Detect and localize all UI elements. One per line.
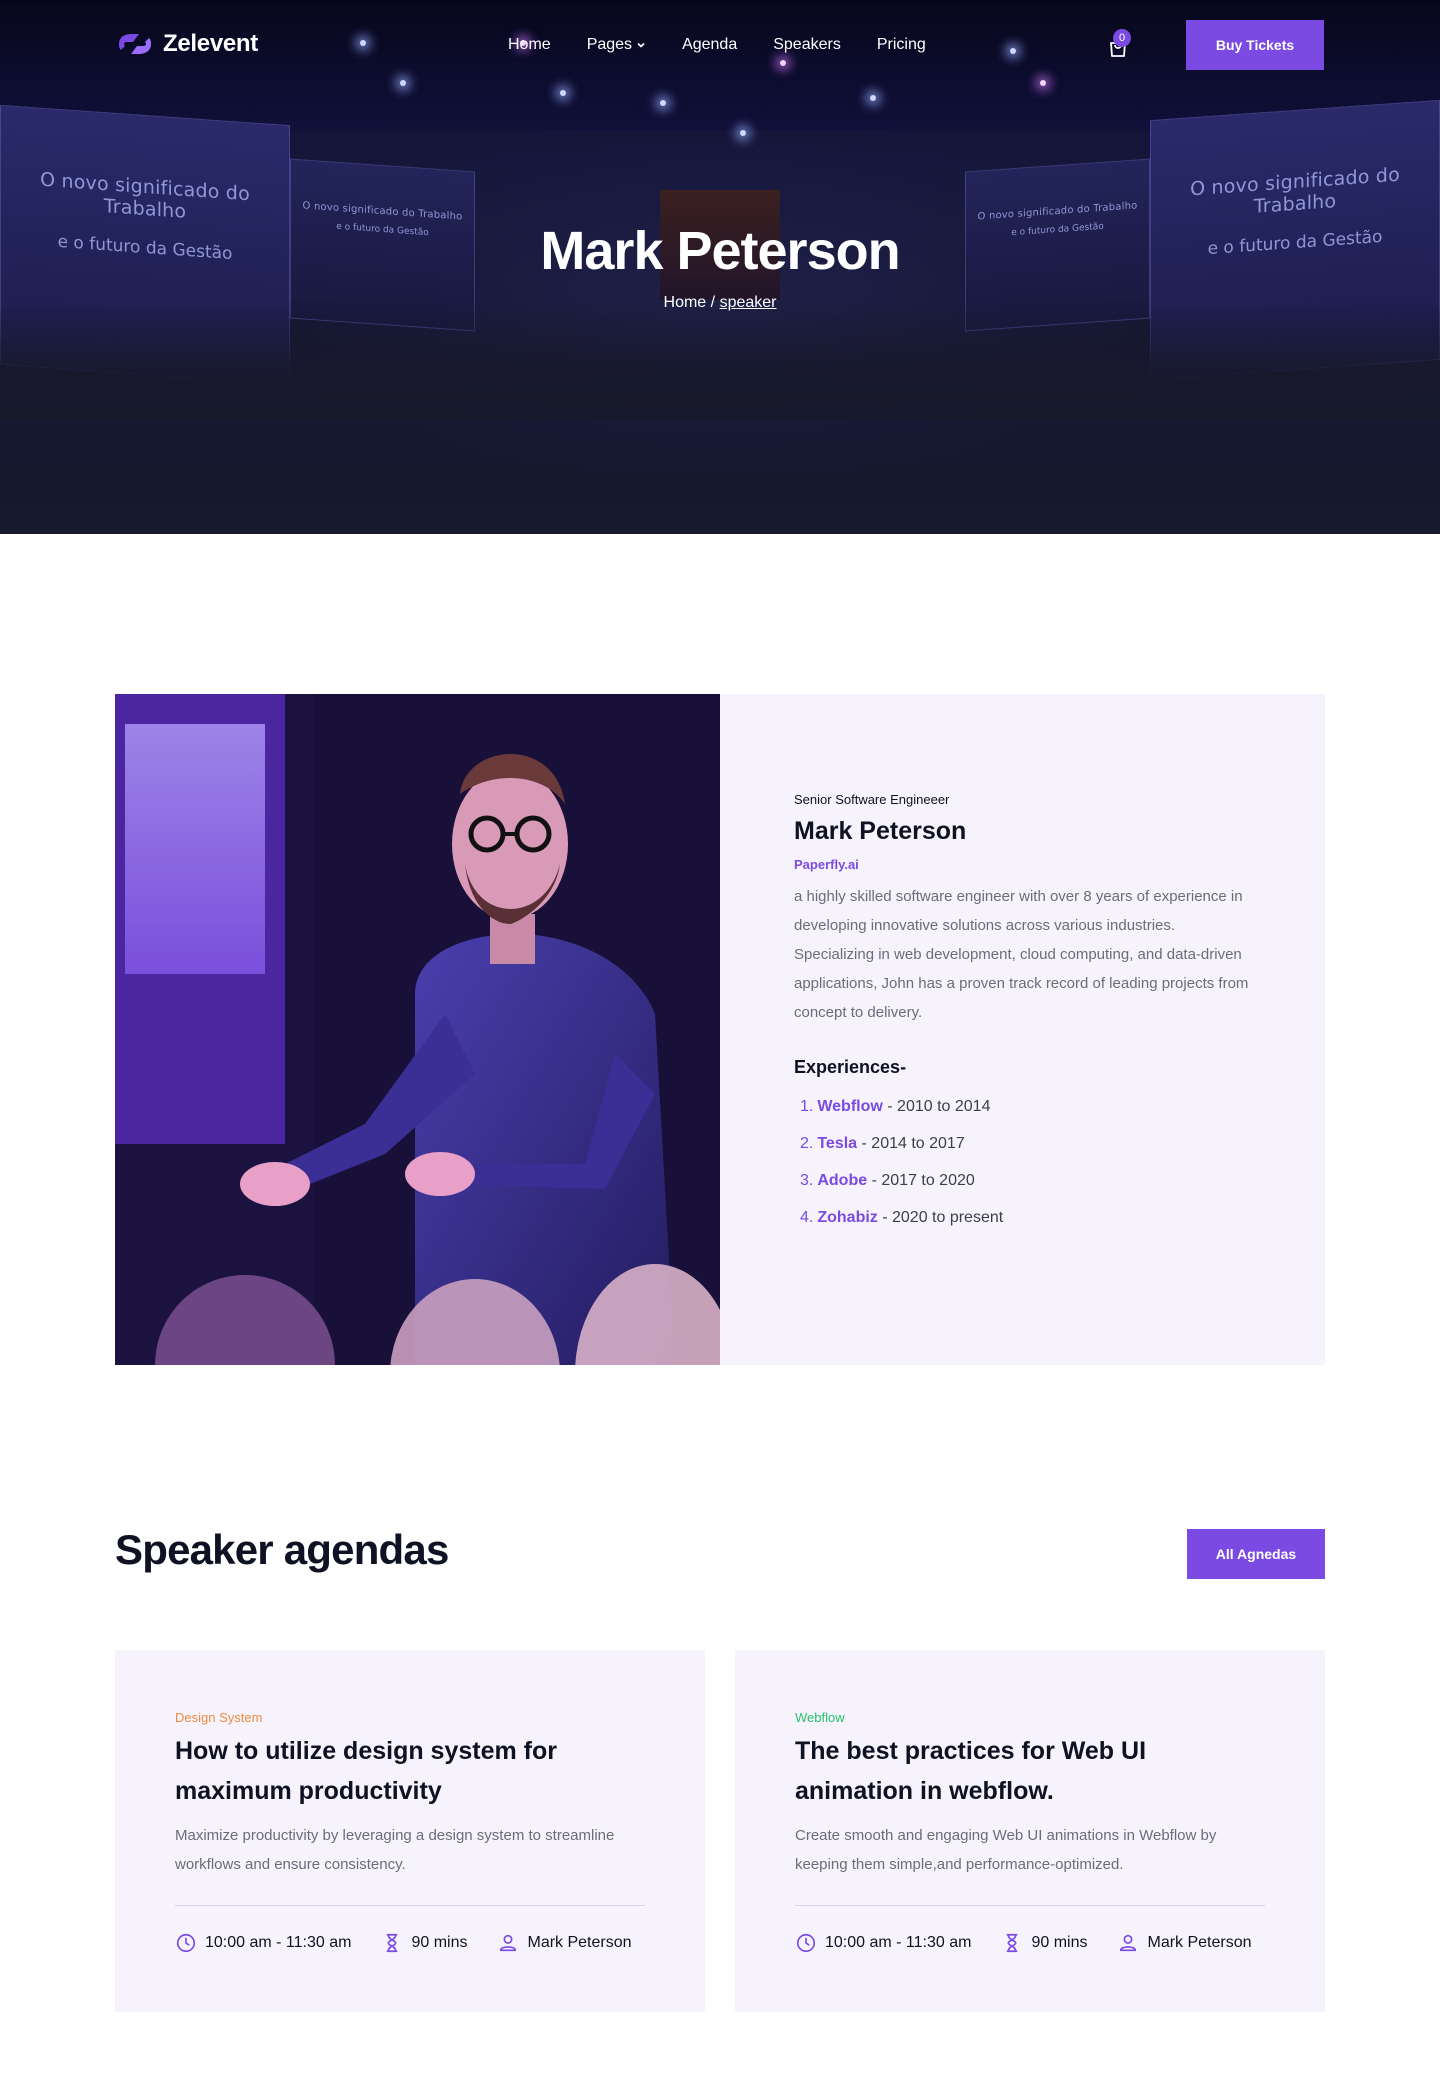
experience-number: 3. — [800, 1172, 814, 1189]
experience-number: 2. — [800, 1135, 814, 1152]
agenda-time-text: 10:00 am - 11:30 am — [205, 1934, 352, 1951]
nav-agenda[interactable]: Agenda — [682, 36, 737, 54]
breadcrumb-current[interactable]: speaker — [720, 294, 777, 311]
user-icon — [1120, 1934, 1137, 1952]
cart-count-badge: 0 — [1113, 29, 1131, 47]
all-agendas-button[interactable]: All Agnedas — [1187, 1529, 1325, 1579]
experience-company[interactable]: Zohabiz — [817, 1209, 877, 1226]
audience-crowd — [0, 300, 1440, 420]
nav-pricing[interactable]: Pricing — [877, 36, 926, 54]
experience-number: 4. — [800, 1209, 814, 1226]
agenda-title[interactable]: The best practices for Web UI animation … — [795, 1731, 1235, 1811]
experience-list: 1. Webflow - 2010 to 2014 2. Tesla - 2014 … — [794, 1088, 1251, 1236]
speaker-bio: a highly skilled software engineer with … — [794, 888, 1249, 1021]
hero-section: O novo significado do Trabalho e o futur… — [0, 0, 1440, 534]
chevron-down-icon — [637, 42, 645, 48]
clock-icon — [176, 1933, 196, 1953]
agenda-duration: 90 mins — [1001, 1932, 1087, 1954]
agenda-title[interactable]: How to utilize design system for maximum… — [175, 1731, 615, 1811]
clock-icon — [796, 1933, 816, 1953]
agendas-heading: Speaker agendas — [115, 1526, 449, 1573]
buy-tickets-button[interactable]: Buy Tickets — [1186, 20, 1324, 70]
nav-speakers[interactable]: Speakers — [773, 36, 841, 54]
agenda-meta: 10:00 am - 11:30 am 90 mins Mark Peterso… — [795, 1932, 1265, 1954]
speaker-photo-illustration — [115, 694, 720, 1365]
experience-period: - 2010 to 2014 — [882, 1098, 991, 1115]
experience-company[interactable]: Tesla — [817, 1135, 857, 1152]
user-icon — [500, 1934, 517, 1952]
experience-item: 4. Zohabiz - 2020 to present — [794, 1199, 1251, 1236]
hourglass-icon — [1007, 1933, 1018, 1953]
experience-item: 1. Webflow - 2010 to 2014 — [794, 1088, 1251, 1125]
breadcrumb-home[interactable]: Home — [664, 294, 707, 311]
card-divider — [175, 1905, 645, 1906]
stage-light — [870, 95, 876, 101]
experience-company[interactable]: Webflow — [817, 1098, 882, 1115]
agenda-duration: 90 mins — [381, 1932, 467, 1954]
experience-period: - 2014 to 2017 — [857, 1135, 965, 1152]
agenda-tag: Webflow — [795, 1710, 845, 1725]
speaker-role: Senior Software Engineeer — [794, 792, 950, 807]
brand-name: Zelevent — [163, 30, 258, 57]
speaker-info: Senior Software Engineeer Mark Peterson … — [720, 694, 1325, 1365]
agenda-duration-text: 90 mins — [411, 1934, 468, 1951]
breadcrumb-separator: / — [710, 294, 716, 311]
agenda-card[interactable]: Webflow The best practices for Web UI an… — [735, 1650, 1325, 2012]
agenda-speaker-text: Mark Peterson — [527, 1934, 632, 1951]
agenda-tag: Design System — [175, 1710, 263, 1725]
experience-period: - 2017 to 2020 — [867, 1172, 975, 1189]
agenda-time-text: 10:00 am - 11:30 am — [825, 1934, 972, 1951]
top-navigation: Zelevent Home Pages Agenda Speakers Pric… — [0, 0, 1440, 92]
hourglass-icon — [387, 1933, 398, 1953]
speaker-profile: Senior Software Engineeer Mark Peterson … — [115, 694, 1325, 1365]
agenda-speaker-text: Mark Peterson — [1147, 1934, 1252, 1951]
stage-light — [740, 130, 746, 136]
agenda-card[interactable]: Design System How to utilize design syst… — [115, 1650, 705, 2012]
experience-company[interactable]: Adobe — [817, 1172, 867, 1189]
nav-pages[interactable]: Pages — [587, 36, 646, 54]
brand-logo[interactable]: Zelevent — [115, 30, 258, 58]
nav-pages-label: Pages — [586, 36, 633, 53]
agenda-time: 10:00 am - 11:30 am — [175, 1932, 351, 1954]
agenda-description: Create smooth and engaging Web UI animat… — [795, 1827, 1217, 1873]
experience-period: - 2020 to present — [877, 1209, 1004, 1226]
agenda-description: Maximize productivity by leveraging a de… — [175, 1827, 615, 1873]
experience-number: 1. — [800, 1098, 814, 1115]
screen-text: O novo significado do Trabalho — [1190, 163, 1400, 218]
agenda-speaker: Mark Peterson — [497, 1932, 632, 1954]
breadcrumb: Home / speaker — [0, 294, 1440, 312]
agenda-speaker: Mark Peterson — [1117, 1932, 1252, 1954]
agenda-meta: 10:00 am - 11:30 am 90 mins Mark Peterso… — [175, 1932, 645, 1954]
main-menu: Home Pages Agenda Speakers Pricing — [508, 36, 926, 54]
nav-home[interactable]: Home — [508, 36, 551, 54]
experience-item: 3. Adobe - 2017 to 2020 — [794, 1162, 1251, 1199]
experiences-heading: Experiences- — [794, 1057, 907, 1077]
agenda-time: 10:00 am - 11:30 am — [795, 1932, 971, 1954]
card-divider — [795, 1905, 1265, 1906]
logo-icon — [119, 34, 151, 54]
page-title: Mark Peterson — [540, 221, 900, 281]
stage-light — [660, 100, 666, 106]
speaker-company-link[interactable]: Paperfly.ai — [794, 857, 859, 872]
speaker-name: Mark Peterson — [794, 817, 967, 845]
agenda-duration-text: 90 mins — [1031, 1934, 1088, 1951]
experience-item: 2. Tesla - 2014 to 2017 — [794, 1125, 1251, 1162]
speaker-photo — [115, 694, 720, 1365]
